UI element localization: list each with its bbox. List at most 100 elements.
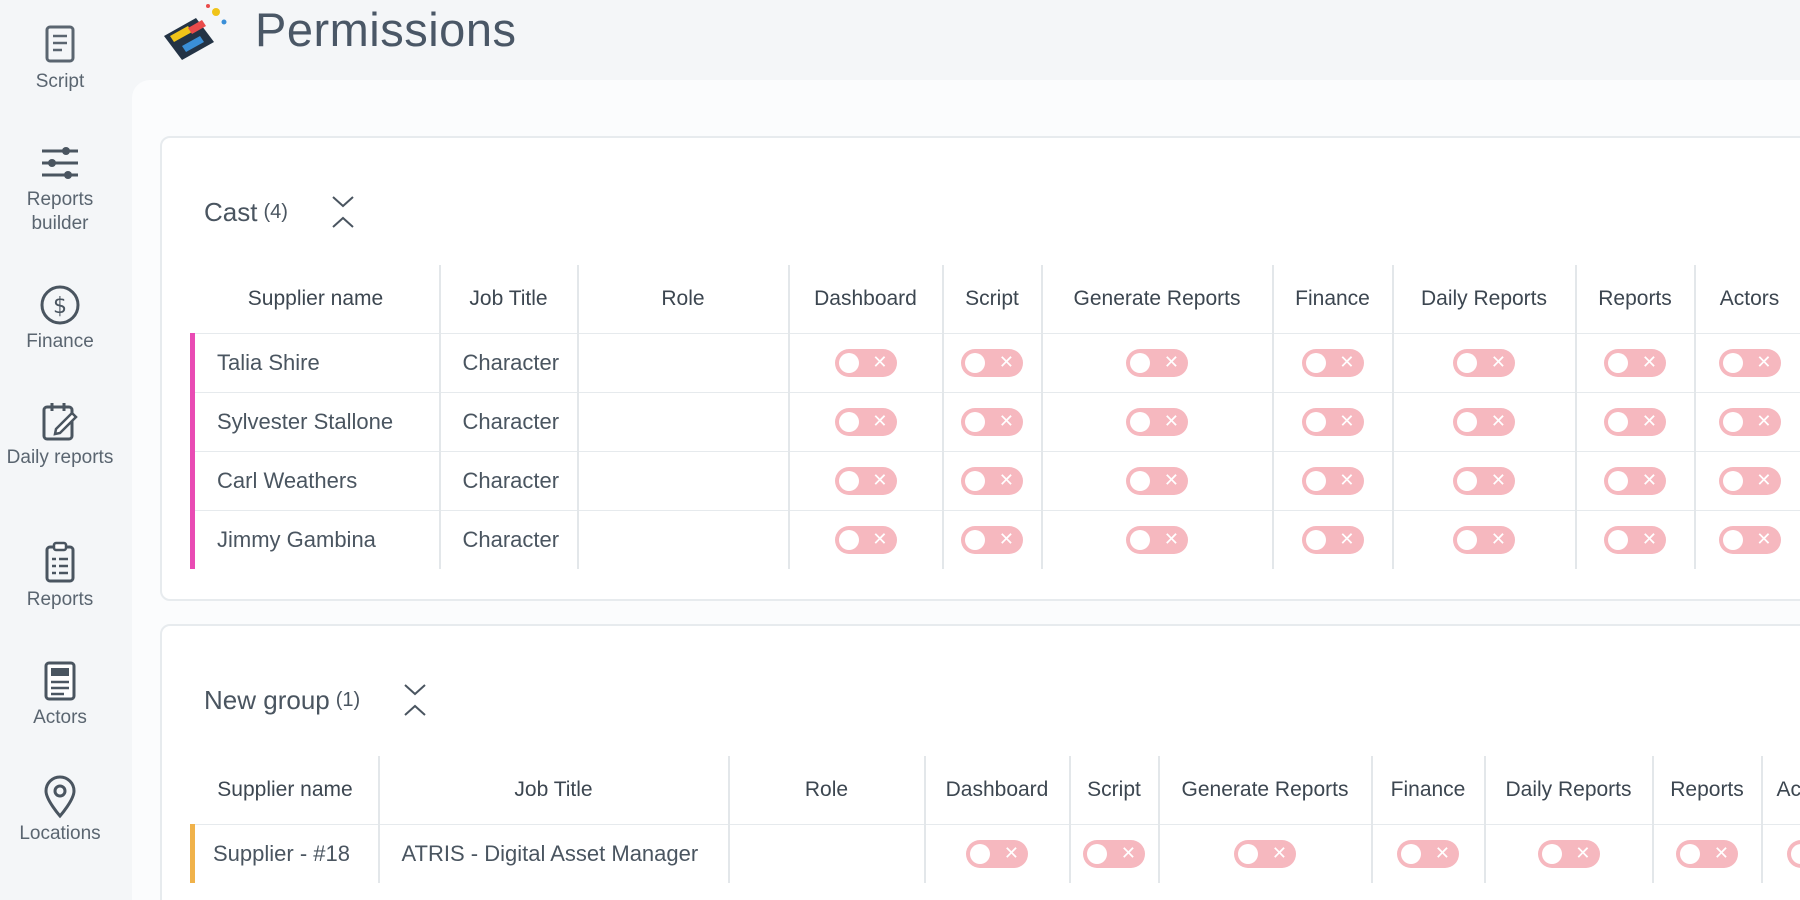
permission-toggle[interactable]: ✕ (1083, 839, 1145, 868)
column-header[interactable]: Finance (1271, 265, 1393, 333)
app-logo (158, 2, 230, 60)
sidebar-item-label: Reports builder (26, 189, 94, 234)
collapse-icon[interactable] (330, 194, 356, 230)
column-header[interactable]: Job Title (438, 265, 578, 333)
column-header[interactable]: Generate Reports (1157, 756, 1372, 824)
permission-toggle[interactable]: ✕ (961, 525, 1023, 554)
permission-toggle[interactable]: ✕ (834, 525, 897, 554)
toggle-knob (1722, 411, 1743, 432)
permission-toggle[interactable]: ✕ (1126, 348, 1188, 377)
permission-toggle[interactable]: ✕ (1604, 525, 1666, 554)
sidebar-item-actors[interactable]: Actors (0, 658, 120, 730)
collapse-icon[interactable] (402, 682, 428, 718)
permission-toggle[interactable]: ✕ (1126, 407, 1188, 436)
sidebar-item-finance[interactable]: $ Finance (0, 282, 120, 354)
sidebar-item-label: Actors (33, 707, 87, 728)
close-icon: ✕ (1756, 469, 1772, 491)
permission-toggle[interactable]: ✕ (1718, 466, 1781, 495)
permission-toggle[interactable]: ✕ (1718, 348, 1781, 377)
close-icon: ✕ (1756, 351, 1772, 373)
permission-cell: ✕ (1693, 450, 1800, 510)
column-header[interactable]: Reports (1651, 756, 1762, 824)
column-header[interactable]: Finance (1370, 756, 1485, 824)
permission-toggle[interactable]: ✕ (1126, 525, 1188, 554)
permission-toggle[interactable]: ✕ (1604, 407, 1666, 436)
close-icon: ✕ (1490, 351, 1506, 373)
column-header[interactable]: Supplier name (193, 265, 440, 333)
permission-toggle[interactable]: ✕ (834, 407, 897, 436)
permission-toggle[interactable]: ✕ (1453, 407, 1515, 436)
column-header[interactable]: Role (727, 756, 925, 824)
permission-toggle[interactable]: ✕ (961, 348, 1023, 377)
permission-toggle[interactable]: ✕ (961, 466, 1023, 495)
permission-cell: ✕ (1040, 450, 1273, 510)
supplier-name-cell: Sylvester Stallone (190, 391, 440, 451)
column-header[interactable]: Generate Reports (1040, 265, 1273, 333)
permission-toggle[interactable]: ✕ (1301, 348, 1364, 377)
close-icon: ✕ (1163, 528, 1179, 550)
permission-toggle[interactable]: ✕ (1453, 348, 1515, 377)
permission-toggle[interactable]: ✕ (961, 407, 1023, 436)
column-header[interactable]: Ac (1760, 756, 1800, 824)
permission-toggle[interactable]: ✕ (1301, 525, 1364, 554)
permission-toggle[interactable]: ✕ (1604, 348, 1666, 377)
clipboard-icon (37, 540, 83, 586)
toggle-knob (1608, 411, 1628, 432)
column-header[interactable]: Actors (1693, 265, 1800, 333)
close-icon: ✕ (998, 469, 1014, 491)
permission-toggle[interactable]: ✕ (1676, 839, 1738, 868)
toggle-knob (1401, 843, 1421, 864)
permission-toggle[interactable]: ✕ (1126, 466, 1188, 495)
supplier-name-cell: Talia Shire (190, 332, 440, 392)
sidebar-item-script[interactable]: Script (0, 22, 120, 94)
permission-toggle[interactable]: ✕ (1453, 466, 1515, 495)
permission-cell: ✕ (1040, 509, 1273, 569)
toggle-knob (965, 470, 985, 491)
column-header[interactable]: Dashboard (787, 265, 943, 333)
permission-toggle[interactable]: ✕ (1718, 525, 1781, 554)
permission-toggle[interactable]: ✕ (1397, 839, 1459, 868)
sidebar-item-locations[interactable]: Locations (0, 774, 120, 846)
table-row: Talia Shire Character ✕ ✕ ✕ ✕ ✕ ✕ ✕ (190, 332, 1800, 392)
close-icon: ✕ (1339, 528, 1355, 550)
permission-toggle[interactable]: ✕ (1453, 525, 1515, 554)
permission-cell: ✕ (1391, 391, 1576, 451)
sidebar-item-reports[interactable]: Reports (0, 540, 120, 612)
sidebar-item-label: Daily reports (6, 447, 114, 468)
column-header[interactable]: Job Title (377, 756, 729, 824)
permission-toggle[interactable]: ✕ (1537, 839, 1600, 868)
permission-toggle[interactable]: ✕ (1301, 466, 1364, 495)
permission-toggle[interactable]: ✕ (1604, 466, 1666, 495)
toggle-knob (1608, 352, 1628, 373)
supplier-name-cell: Carl Weathers (190, 450, 440, 510)
close-icon: ✕ (1490, 528, 1506, 550)
permission-toggle[interactable]: ✕ (1234, 839, 1296, 868)
column-header[interactable]: Script (941, 265, 1042, 333)
permission-cell: ✕ (1068, 823, 1159, 883)
column-header[interactable]: Dashboard (923, 756, 1070, 824)
column-header[interactable]: Script (1068, 756, 1159, 824)
column-header[interactable]: Daily Reports (1391, 265, 1576, 333)
column-header[interactable]: Reports (1574, 265, 1695, 333)
permission-toggle[interactable]: ✕ (1786, 839, 1800, 868)
close-icon: ✕ (872, 351, 888, 373)
sidebar-item-reports-builder[interactable]: Reports builder (0, 140, 120, 236)
permission-toggle[interactable]: ✕ (1718, 407, 1781, 436)
permission-toggle[interactable]: ✕ (834, 466, 897, 495)
column-header[interactable]: Daily Reports (1483, 756, 1653, 824)
table-header-row: Supplier name Job Title Role Dashboard S… (193, 265, 1800, 333)
permission-toggle[interactable]: ✕ (834, 348, 897, 377)
column-header[interactable]: Supplier name (193, 756, 379, 824)
sidebar: Script Reports builder $ Finance Daily r… (0, 0, 120, 900)
toggle-knob (1680, 843, 1700, 864)
sidebar-item-daily-reports[interactable]: Daily reports (0, 398, 120, 470)
column-header[interactable]: Role (576, 265, 789, 333)
close-icon: ✕ (1756, 528, 1772, 550)
close-icon: ✕ (1339, 410, 1355, 432)
permission-toggle[interactable]: ✕ (1301, 407, 1364, 436)
actors-icon (37, 658, 83, 704)
permission-toggle[interactable]: ✕ (966, 839, 1028, 868)
close-icon: ✕ (1339, 469, 1355, 491)
close-icon: ✕ (1641, 410, 1657, 432)
toggle-knob (1790, 843, 1800, 864)
